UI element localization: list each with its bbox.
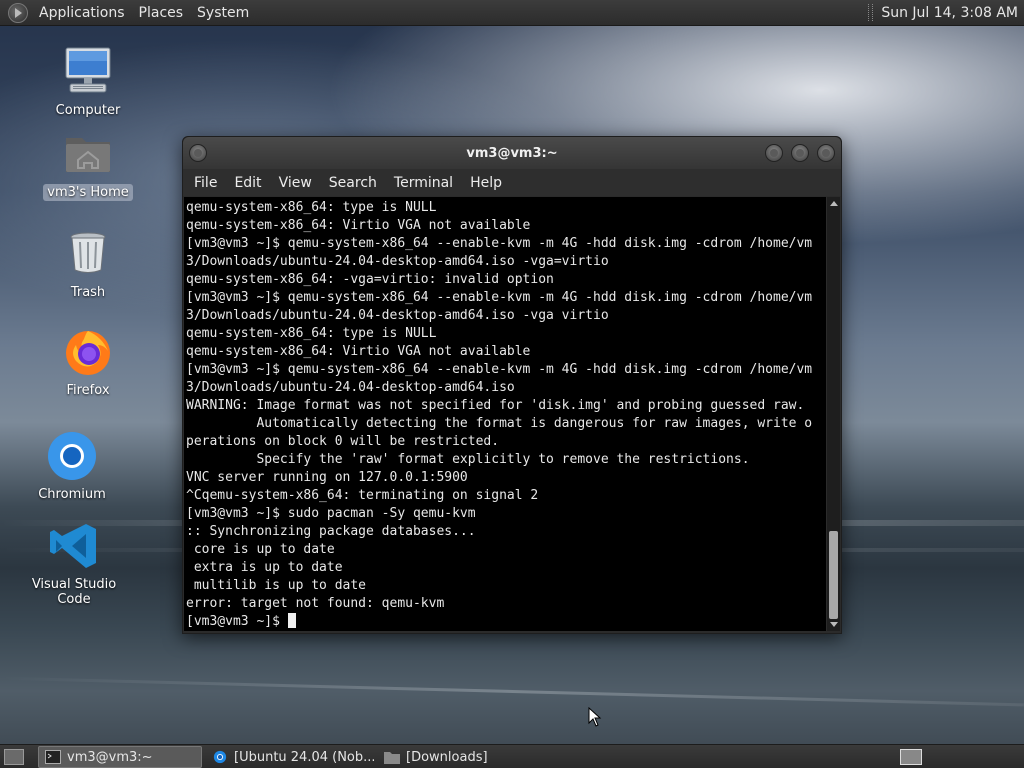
terminal-line: WARNING: Image format was not specified … [186, 398, 805, 413]
terminal-menubar: File Edit View Search Terminal Help [183, 169, 841, 196]
maximize-button[interactable] [791, 144, 809, 162]
terminal-icon [45, 750, 61, 764]
text-cursor [287, 613, 296, 628]
desktop-icon-label: Firefox [66, 383, 110, 398]
minimize-button[interactable] [765, 144, 783, 162]
chromium-icon [213, 750, 227, 764]
desktop-icon-label: Computer [55, 103, 121, 118]
terminal-line: qemu-system-x86_64: Virtio VGA not avail… [186, 344, 531, 359]
terminal-line: extra is up to date [186, 560, 343, 575]
scroll-down-arrow-icon[interactable] [830, 622, 838, 627]
menu-file[interactable]: File [187, 175, 224, 191]
desktop-icon-chromium[interactable]: Chromium [12, 430, 132, 503]
window-titlebar[interactable]: vm3@vm3:~ [183, 137, 841, 169]
terminal-line: ^Cqemu-system-x86_64: terminating on sig… [186, 488, 539, 503]
taskbar-item-label: vm3@vm3:~ [67, 749, 153, 765]
desktop-icon-firefox[interactable]: Firefox [28, 326, 148, 399]
desktop-icon-home[interactable]: vm3's Home [28, 128, 148, 201]
computer-icon [62, 46, 114, 98]
terminal-line: 3/Downloads/ubuntu-24.04-desktop-amd64.i… [186, 308, 609, 323]
top-panel: Applications Places System Sun Jul 14, 3… [0, 0, 1024, 26]
wallpaper-streak [0, 676, 1024, 707]
scrollbar-thumb[interactable] [829, 531, 838, 619]
desktop-icon-trash[interactable]: Trash [28, 228, 148, 301]
close-button[interactable] [817, 144, 835, 162]
menu-terminal[interactable]: Terminal [387, 175, 460, 191]
applications-menu[interactable]: Applications [32, 5, 132, 21]
desktop-icon-label: Trash [70, 285, 106, 300]
terminal-scrollbar[interactable] [827, 197, 840, 631]
workspace-switcher[interactable] [900, 749, 922, 765]
desktop-icon-label: Chromium [38, 487, 106, 502]
terminal-line: core is up to date [186, 542, 335, 557]
window-menu-icon[interactable] [189, 144, 207, 162]
show-desktop-button[interactable] [4, 749, 24, 765]
desktop-icon-label: Visual Studio Code [31, 577, 117, 607]
desktop-icon-vscode[interactable]: Visual Studio Code [14, 520, 134, 608]
terminal-line: qemu-system-x86_64: type is NULL [186, 326, 437, 341]
desktop-icon-computer[interactable]: Computer [28, 46, 148, 119]
terminal-line: multilib is up to date [186, 578, 367, 593]
scroll-up-arrow-icon[interactable] [830, 201, 838, 206]
taskbar-item-downloads[interactable]: [Downloads] [378, 747, 510, 767]
chromium-icon [46, 430, 98, 482]
terminal-line: qemu-system-x86_64: Virtio VGA not avail… [186, 218, 531, 233]
terminal-line: qemu-system-x86_64: -vga=virtio: invalid… [186, 272, 554, 287]
bottom-panel: vm3@vm3:~ [Ubuntu 24.04 (Nob... [Downloa… [0, 744, 1024, 768]
terminal-line: perations on block 0 will be restricted. [186, 434, 500, 449]
menu-search[interactable]: Search [322, 175, 384, 191]
clock-area: Sun Jul 14, 3:08 AM [868, 4, 1024, 21]
terminal-line: error: target not found: qemu-kvm [186, 596, 445, 611]
vscode-icon [48, 520, 100, 572]
menu-view[interactable]: View [272, 175, 319, 191]
terminal-line: 3/Downloads/ubuntu-24.04-desktop-amd64.i… [186, 254, 609, 269]
system-menu[interactable]: System [190, 5, 256, 21]
home-folder-icon [62, 128, 114, 180]
taskbar-item-terminal[interactable]: vm3@vm3:~ [38, 746, 202, 768]
taskbar-item-label: [Downloads] [406, 749, 488, 765]
firefox-icon [62, 326, 114, 378]
menu-edit[interactable]: Edit [227, 175, 268, 191]
terminal-line: [vm3@vm3 ~]$ sudo pacman -Sy qemu-kvm [186, 506, 476, 521]
terminal-line: 3/Downloads/ubuntu-24.04-desktop-amd64.i… [186, 380, 515, 395]
folder-icon [384, 752, 400, 764]
terminal-line: Specify the 'raw' format explicitly to r… [186, 452, 750, 467]
mate-logo-icon[interactable] [8, 2, 28, 23]
menu-help[interactable]: Help [463, 175, 509, 191]
terminal-line: [vm3@vm3 ~]$ qemu-system-x86_64 --enable… [186, 236, 813, 251]
terminal-output[interactable]: qemu-system-x86_64: type is NULL qemu-sy… [184, 197, 826, 631]
window-title: vm3@vm3:~ [466, 145, 558, 161]
mouse-pointer-icon [588, 707, 602, 727]
taskbar-item-chromium[interactable]: [Ubuntu 24.04 (Nob... [206, 747, 374, 767]
terminal-prompt: [vm3@vm3 ~]$ [186, 614, 288, 629]
clock[interactable]: Sun Jul 14, 3:08 AM [881, 5, 1018, 21]
terminal-line: [vm3@vm3 ~]$ qemu-system-x86_64 --enable… [186, 362, 813, 377]
terminal-line: [vm3@vm3 ~]$ qemu-system-x86_64 --enable… [186, 290, 813, 305]
trash-icon [62, 228, 114, 280]
desktop-icon-label: vm3's Home [43, 184, 133, 201]
taskbar-item-label: [Ubuntu 24.04 (Nob... [234, 749, 374, 765]
panel-separator-handle [868, 4, 874, 21]
terminal-line: VNC server running on 127.0.0.1:5900 [186, 470, 468, 485]
terminal-window[interactable]: vm3@vm3:~ File Edit View Search Terminal… [182, 136, 842, 634]
places-menu[interactable]: Places [132, 5, 191, 21]
terminal-line: qemu-system-x86_64: type is NULL [186, 200, 437, 215]
terminal-text: qemu-system-x86_64: type is NULL qemu-sy… [184, 197, 826, 631]
terminal-line: :: Synchronizing package databases... [186, 524, 476, 539]
terminal-line: Automatically detecting the format is da… [186, 416, 813, 431]
